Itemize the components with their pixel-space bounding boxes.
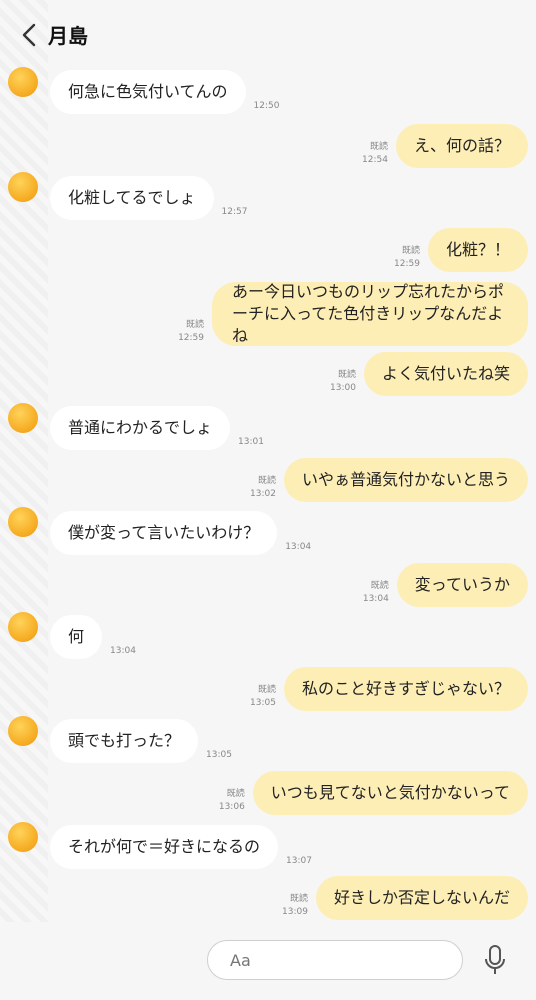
message-time: 13:04 — [362, 594, 389, 604]
message-time: 13:05 — [250, 698, 276, 708]
message-incoming: 僕が変って言いたいわけ？ 13:04 — [50, 511, 311, 555]
message-outgoing: 既読 12:59 あー今日いつものリップ忘れたからポーチに入ってた色付きリップなん… — [178, 282, 528, 346]
message-time: 13:02 — [250, 489, 276, 499]
message-time: 12:50 — [253, 101, 280, 111]
message-bubble[interactable]: 頭でも打った？ — [50, 719, 199, 763]
avatar[interactable] — [8, 612, 38, 642]
message-time: 13:09 — [282, 907, 308, 917]
message-outgoing: 既読 12:54 え、何の話？ — [362, 124, 528, 168]
avatar[interactable] — [8, 67, 38, 97]
message-incoming: 頭でも打った？ 13:05 — [50, 719, 232, 763]
message-outgoing: 既読 13:02 いやぁ普通気付かないと思う — [250, 458, 528, 502]
message-time: 13:04 — [110, 646, 136, 656]
message-bubble[interactable]: 何 — [50, 615, 103, 659]
message-outgoing: 既読 12:59 化粧？！ — [394, 228, 528, 272]
message-incoming: 何 13:04 — [50, 615, 136, 659]
message-bubble[interactable]: 化粧してるでしょ — [50, 176, 214, 220]
read-receipt: 既読 — [289, 894, 308, 904]
message-outgoing: 既読 13:00 よく気付いたね笑 — [330, 352, 528, 396]
message-bubble[interactable]: あー今日いつものリップ忘れたからポーチに入ってた色付きリップなんだよね — [212, 282, 528, 346]
chat-header: 月島 — [0, 0, 536, 70]
message-bubble[interactable]: 私のこと好きすぎじゃない？ — [283, 667, 528, 711]
message-time: 13:04 — [285, 542, 312, 552]
read-receipt: 既読 — [337, 370, 356, 380]
message-bubble[interactable]: 何急に色気付いてんの — [50, 70, 246, 114]
message-bubble[interactable]: 普通にわかるでしょ — [50, 406, 231, 450]
message-bubble[interactable]: よく気付いたね笑 — [363, 352, 528, 396]
read-receipt: 既読 — [226, 789, 245, 799]
message-bubble[interactable]: それが何で＝好きになるの — [50, 825, 279, 869]
message-bubble[interactable]: いつも見てないと気付かないって — [252, 771, 528, 815]
message-bubble[interactable]: 僕が変って言いたいわけ？ — [50, 511, 278, 555]
message-input[interactable] — [228, 950, 432, 971]
message-time: 13:01 — [238, 437, 264, 447]
read-receipt: 既読 — [369, 142, 388, 152]
microphone-icon[interactable] — [482, 944, 508, 976]
message-time: 13:00 — [330, 383, 356, 393]
avatar[interactable] — [8, 172, 38, 202]
read-receipt: 既読 — [257, 476, 276, 486]
read-receipt: 既読 — [370, 581, 389, 591]
message-incoming: それが何で＝好きになるの 13:07 — [50, 825, 312, 869]
message-bubble[interactable]: いやぁ普通気付かないと思う — [283, 458, 528, 502]
read-receipt: 既読 — [257, 685, 276, 695]
read-receipt: 既読 — [401, 246, 420, 256]
message-time: 13:06 — [218, 802, 245, 812]
avatar[interactable] — [8, 822, 38, 852]
message-time: 12:59 — [178, 333, 204, 343]
chat-title: 月島 — [48, 24, 88, 48]
message-time: 12:59 — [394, 259, 420, 269]
avatar[interactable] — [8, 403, 38, 433]
message-bubble[interactable]: え、何の話？ — [395, 124, 528, 168]
message-time: 12:57 — [221, 207, 248, 217]
back-chevron-icon[interactable] — [18, 22, 44, 48]
message-bubble[interactable]: 好きしか否定しないんだ — [315, 876, 528, 920]
message-outgoing: 既読 13:05 私のこと好きすぎじゃない？ — [250, 667, 528, 711]
message-time: 12:54 — [362, 155, 388, 165]
message-bubble[interactable]: 変っていうか — [396, 563, 528, 607]
avatar[interactable] — [8, 716, 38, 746]
read-receipt: 既読 — [185, 320, 204, 330]
message-time: 13:07 — [286, 856, 312, 866]
message-bubble[interactable]: 化粧？！ — [427, 228, 528, 272]
message-incoming: 普通にわかるでしょ 13:01 — [50, 406, 264, 450]
message-outgoing: 既読 13:04 変っていうか — [363, 563, 528, 607]
message-outgoing: 既読 13:09 好きしか否定しないんだ — [282, 876, 528, 920]
message-input-box[interactable] — [207, 940, 463, 980]
avatar[interactable] — [8, 507, 38, 537]
message-time: 13:05 — [206, 750, 232, 760]
message-outgoing: 既読 13:06 いつも見てないと気付かないって — [219, 771, 528, 815]
message-incoming: 何急に色気付いてんの 12:50 — [50, 70, 279, 114]
message-incoming: 化粧してるでしょ 12:57 — [50, 176, 247, 220]
